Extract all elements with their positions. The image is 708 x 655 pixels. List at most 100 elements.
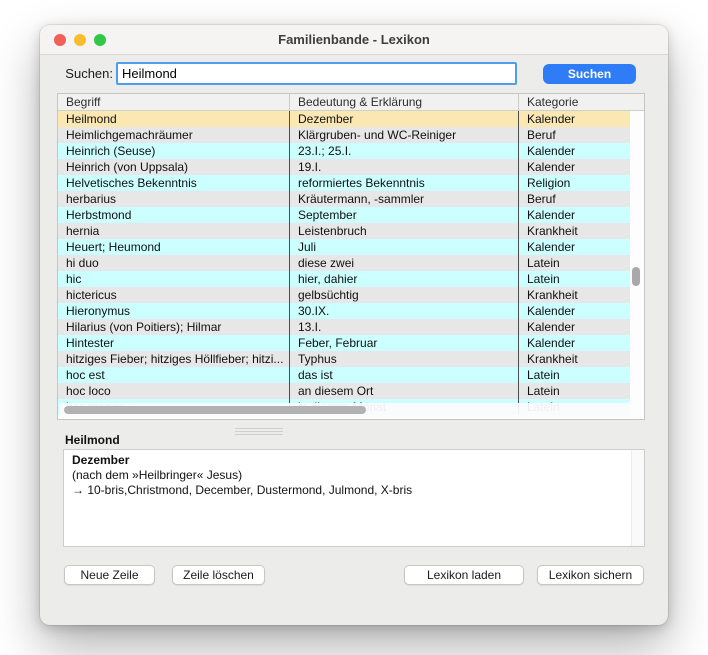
search-label: Suchen: <box>65 62 113 85</box>
cell-kategorie: Krankheit <box>518 351 631 367</box>
cell-kategorie: Latein <box>518 383 631 399</box>
cell-kategorie: Kalender <box>518 143 631 159</box>
detail-scrollbar[interactable] <box>631 450 644 546</box>
cell-kategorie: Religion <box>518 175 631 191</box>
table-row[interactable]: HeimlichgemachräumerKlärgruben- und WC-R… <box>58 127 644 143</box>
search-button[interactable]: Suchen <box>543 64 636 84</box>
cell-begriff: hictericus <box>58 287 289 303</box>
minimize-button[interactable] <box>74 34 86 46</box>
cell-bedeutung: Kräutermann, -sammler <box>289 191 518 207</box>
cell-kategorie: Krankheit <box>518 287 631 303</box>
vertical-scrollbar-thumb[interactable] <box>632 267 640 286</box>
detail-text-area[interactable]: Dezember (nach dem »Heilbringer« Jesus) … <box>63 449 645 547</box>
zoom-button[interactable] <box>94 34 106 46</box>
cell-begriff: Herbstmond <box>58 207 289 223</box>
detail-line-2: (nach dem »Heilbringer« Jesus) <box>72 468 623 483</box>
table-row[interactable]: Heinrich (von Uppsala)19.I.Kalender <box>58 159 644 175</box>
cell-bedeutung: gelbsüchtig <box>289 287 518 303</box>
cell-begriff: hoc loco <box>58 383 289 399</box>
table-row[interactable]: Hieronymus30.IX.Kalender <box>58 303 644 319</box>
cell-bedeutung: das ist <box>289 367 518 383</box>
detail-line-3: → 10-bris,Christmond, December, Dustermo… <box>72 483 623 498</box>
table-row[interactable]: HerbstmondSeptemberKalender <box>58 207 644 223</box>
cell-kategorie: Kalender <box>518 303 631 319</box>
cell-begriff: Hieronymus <box>58 303 289 319</box>
cell-kategorie: Beruf <box>518 127 631 143</box>
cell-bedeutung: Feber, Februar <box>289 335 518 351</box>
table-row[interactable]: HintesterFeber, FebruarKalender <box>58 335 644 351</box>
cell-begriff: Hintester <box>58 335 289 351</box>
table-row[interactable]: Hilarius (von Poitiers); Hilmar13.I.Kale… <box>58 319 644 335</box>
cell-bedeutung: 13.I. <box>289 319 518 335</box>
app-window: Familienbande - Lexikon Suchen: Suchen B… <box>40 25 668 625</box>
search-input[interactable] <box>116 62 517 85</box>
close-button[interactable] <box>54 34 66 46</box>
table-row[interactable]: hichier, dahierLatein <box>58 271 644 287</box>
pane-splitter-handle[interactable] <box>235 426 283 435</box>
table-row[interactable]: herbariusKräutermann, -sammlerBeruf <box>58 191 644 207</box>
table-row[interactable]: Heuert; HeumondJuliKalender <box>58 239 644 255</box>
cell-bedeutung: September <box>289 207 518 223</box>
column-header-bedeutung[interactable]: Bedeutung & Erklärung <box>289 94 518 110</box>
cell-bedeutung: 23.I.; 25.I. <box>289 143 518 159</box>
column-header-begriff[interactable]: Begriff <box>58 94 289 110</box>
cell-kategorie: Kalender <box>518 335 631 351</box>
table-row[interactable]: hoc estdas istLatein <box>58 367 644 383</box>
detail-entry-title: Heilmond <box>65 433 120 447</box>
lexicon-table: Begriff Bedeutung & Erklärung Kategorie … <box>57 93 645 420</box>
cell-bedeutung: Juli <box>289 239 518 255</box>
cell-bedeutung: 30.IX. <box>289 303 518 319</box>
cell-begriff: Heilmond <box>58 111 289 127</box>
table-row[interactable]: HeilmondDezemberKalender <box>58 111 644 127</box>
window-title: Familienbande - Lexikon <box>40 25 668 55</box>
table-row[interactable]: hitziges Fieber; hitziges Höllfieber; hi… <box>58 351 644 367</box>
cell-begriff: Hilarius (von Poitiers); Hilmar <box>58 319 289 335</box>
cell-kategorie: Kalender <box>518 319 631 335</box>
cell-begriff: Heuert; Heumond <box>58 239 289 255</box>
table-row[interactable]: hoc locoan diesem OrtLatein <box>58 383 644 399</box>
cell-begriff: hi duo <box>58 255 289 271</box>
cell-bedeutung: Leistenbruch <box>289 223 518 239</box>
table-body: HeilmondDezemberKalenderHeimlichgemachrä… <box>58 111 644 419</box>
cell-kategorie: Latein <box>518 271 631 287</box>
cell-bedeutung: Dezember <box>289 111 518 127</box>
load-lexicon-button[interactable]: Lexikon laden <box>404 565 524 585</box>
cell-begriff: hic <box>58 271 289 287</box>
cell-bedeutung: diese zwei <box>289 255 518 271</box>
table-row[interactable]: herniaLeistenbruchKrankheit <box>58 223 644 239</box>
detail-content: Dezember (nach dem »Heilbringer« Jesus) … <box>64 450 631 546</box>
table-row[interactable]: Helvetisches Bekenntnisreformiertes Beke… <box>58 175 644 191</box>
detail-line-1: Dezember <box>72 453 623 468</box>
cell-begriff: Heinrich (von Uppsala) <box>58 159 289 175</box>
cell-bedeutung: Klärgruben- und WC-Reiniger <box>289 127 518 143</box>
table-row[interactable]: hictericusgelbsüchtigKrankheit <box>58 287 644 303</box>
title-bar: Familienbande - Lexikon <box>40 25 668 55</box>
cell-bedeutung: Typhus <box>289 351 518 367</box>
save-lexicon-button[interactable]: Lexikon sichern <box>537 565 644 585</box>
cell-bedeutung: hier, dahier <box>289 271 518 287</box>
cell-bedeutung: an diesem Ort <box>289 383 518 399</box>
table-row[interactable]: Heinrich (Seuse)23.I.; 25.I.Kalender <box>58 143 644 159</box>
cell-begriff: Helvetisches Bekenntnis <box>58 175 289 191</box>
column-header-kategorie[interactable]: Kategorie <box>518 94 644 110</box>
cell-kategorie: Kalender <box>518 111 631 127</box>
vertical-scrollbar[interactable] <box>630 111 643 418</box>
horizontal-scrollbar[interactable] <box>59 403 630 418</box>
cell-bedeutung: 19.I. <box>289 159 518 175</box>
new-row-button[interactable]: Neue Zeile <box>64 565 155 585</box>
cell-kategorie: Latein <box>518 367 631 383</box>
cell-begriff: herbarius <box>58 191 289 207</box>
table-row[interactable]: hi duodiese zweiLatein <box>58 255 644 271</box>
table-header: Begriff Bedeutung & Erklärung Kategorie <box>58 94 644 111</box>
cell-begriff: Heinrich (Seuse) <box>58 143 289 159</box>
cell-begriff: hoc est <box>58 367 289 383</box>
cell-kategorie: Kalender <box>518 159 631 175</box>
delete-row-button[interactable]: Zeile löschen <box>172 565 265 585</box>
cell-kategorie: Kalender <box>518 239 631 255</box>
cell-kategorie: Kalender <box>518 207 631 223</box>
cell-bedeutung: reformiertes Bekenntnis <box>289 175 518 191</box>
cell-begriff: hernia <box>58 223 289 239</box>
cell-kategorie: Latein <box>518 255 631 271</box>
horizontal-scrollbar-thumb[interactable] <box>64 406 366 414</box>
cell-kategorie: Krankheit <box>518 223 631 239</box>
